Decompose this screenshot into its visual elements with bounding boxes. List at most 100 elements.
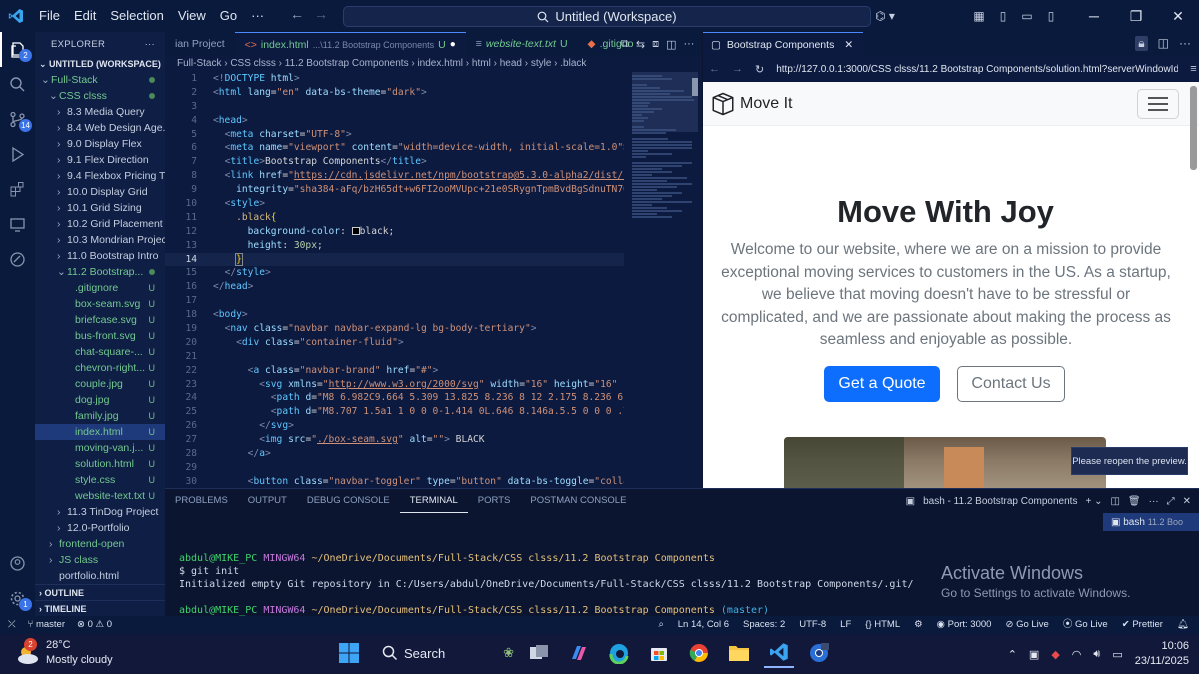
port-status[interactable]: ◉ Port: 3000 xyxy=(937,616,992,634)
restore-icon[interactable]: ❐ xyxy=(1115,8,1157,25)
split-preview-icon[interactable]: ◫ xyxy=(1158,36,1169,51)
weather-widget[interactable]: 2 28°C Mostly cloudy xyxy=(14,638,113,668)
tree-folder[interactable]: › 8.4 Web Design Age... xyxy=(35,120,165,136)
preview-forward-icon[interactable]: → xyxy=(732,63,743,75)
postman-icon[interactable] xyxy=(0,242,35,277)
copilot-app-icon[interactable] xyxy=(564,638,594,668)
taskbar-search[interactable]: Search ❀ xyxy=(374,638,514,668)
lock-icon[interactable]: 🔒︎ xyxy=(1135,36,1148,51)
copilot-icon[interactable]: ⌬ ▾ xyxy=(873,9,897,23)
notifications-bell-icon[interactable]: 🔔︎ xyxy=(1177,616,1189,634)
go-live-status-1[interactable]: ⊘ Go Live xyxy=(1005,616,1048,634)
close-tab-icon[interactable]: ✕ xyxy=(844,33,853,57)
settings-sync-icon[interactable]: ⚙ xyxy=(914,616,923,634)
battery-icon[interactable]: ▭ xyxy=(1112,648,1122,661)
terminal-list-item[interactable]: ▣ bash 11.2 Boo xyxy=(1103,513,1199,531)
menu-edit[interactable]: Edit xyxy=(67,0,103,32)
search-activity-icon[interactable] xyxy=(0,67,35,102)
back-arrow-icon[interactable]: ← xyxy=(290,6,304,22)
close-window-icon[interactable]: ✕ xyxy=(1157,8,1199,25)
accounts-icon[interactable] xyxy=(0,546,35,581)
tray-app-icon[interactable]: ▣ xyxy=(1029,648,1039,661)
new-terminal-icon[interactable]: + ⌄ xyxy=(1085,496,1102,507)
timeline-section[interactable]: › TIMELINE xyxy=(35,600,165,616)
manage-gear-icon[interactable]: 1 xyxy=(0,581,35,616)
tree-folder[interactable]: › 8.3 Media Query xyxy=(35,104,165,120)
eol[interactable]: LF xyxy=(840,616,851,634)
go-live-preview-icon[interactable]: ⧈ xyxy=(652,38,659,51)
windows-start-icon[interactable] xyxy=(334,638,364,668)
command-center-search[interactable]: Untitled (Workspace) xyxy=(343,6,871,27)
preview-url-input[interactable]: http://127.0.0.1:3000/CSS clsss/11.2 Boo… xyxy=(776,64,1178,75)
tab-terminal[interactable]: TERMINAL xyxy=(399,489,468,513)
forward-arrow-icon[interactable]: → xyxy=(314,6,328,22)
explorer-activity-icon[interactable]: 2 xyxy=(0,32,35,67)
extensions-icon[interactable] xyxy=(0,172,35,207)
tree-file[interactable]: solution.html U xyxy=(35,456,165,472)
tree-file[interactable]: bus-front.svg U xyxy=(35,328,165,344)
tab-debug-console[interactable]: DEBUG CONSOLE xyxy=(297,489,400,513)
tab-website-text[interactable]: ≡ website-text.txt U xyxy=(466,32,578,56)
preview-menu-icon[interactable]: ≡ xyxy=(1190,63,1196,75)
preview-tab[interactable]: ▢ Bootstrap Components ✕ xyxy=(703,32,864,57)
show-hidden-icons-icon[interactable]: ⌃ xyxy=(1008,648,1017,661)
tree-folder[interactable]: › JS class xyxy=(35,552,165,568)
minimap[interactable] xyxy=(624,72,702,488)
kill-terminal-icon[interactable]: 🗑︎ xyxy=(1128,496,1141,507)
tray-app-2-icon[interactable]: ◆ xyxy=(1051,648,1059,661)
clock[interactable]: 10:06 23/11/2025 xyxy=(1135,639,1189,669)
microsoft-store-icon[interactable] xyxy=(644,638,674,668)
tree-file[interactable]: couple.jpg U xyxy=(35,376,165,392)
tree-file[interactable]: dog.jpg U xyxy=(35,392,165,408)
panel-more-icon[interactable]: ··· xyxy=(1149,496,1159,507)
problems-status[interactable]: ⊗ 0 ⚠ 0 xyxy=(77,616,112,634)
language-mode[interactable]: {} HTML xyxy=(865,616,900,634)
tree-file[interactable]: briefcase.svg U xyxy=(35,312,165,328)
tab-problems[interactable]: PROBLEMS xyxy=(165,489,238,513)
file-explorer-icon[interactable] xyxy=(724,638,754,668)
toggle-panel-icon[interactable]: ▭ xyxy=(1015,9,1039,23)
site-brand[interactable]: Move It xyxy=(711,92,792,116)
preview-reload-icon[interactable]: ↻ xyxy=(755,63,764,76)
source-control-icon[interactable]: 14 xyxy=(0,102,35,137)
tree-file[interactable]: family.jpg U xyxy=(35,408,165,424)
tree-file[interactable]: chevron-right... U xyxy=(35,360,165,376)
vscode-taskbar-icon[interactable] xyxy=(764,638,794,668)
tab-output[interactable]: OUTPUT xyxy=(238,489,297,513)
get-quote-button[interactable]: Get a Quote xyxy=(824,366,940,402)
prettier-status[interactable]: ✔ Prettier xyxy=(1122,616,1163,634)
workspace-section[interactable]: ⌄ UNTITLED (WORKSPACE) xyxy=(35,56,165,72)
menu-more[interactable]: ··· xyxy=(244,0,271,32)
breadcrumb[interactable]: Full-Stack › CSS clsss › 11.2 Bootstrap … xyxy=(165,56,702,72)
zoom-icon[interactable]: ⌕ xyxy=(658,616,663,634)
unsaved-dot-icon[interactable]: ● xyxy=(450,33,456,57)
tree-file[interactable]: moving-van.j... U xyxy=(35,440,165,456)
outline-section[interactable]: › OUTLINE xyxy=(35,584,165,600)
tree-folder[interactable]: › 10.3 Mondrian Project xyxy=(35,232,165,248)
menu-file[interactable]: File xyxy=(32,0,67,32)
tab-ports[interactable]: PORTS xyxy=(468,489,521,513)
tree-folder[interactable]: ⌄ 11.2 Bootstrap... xyxy=(35,264,165,280)
tree-folder[interactable]: › frontend-open xyxy=(35,536,165,552)
tree-folder[interactable]: › 10.0 Display Grid xyxy=(35,184,165,200)
navbar-toggler-button[interactable] xyxy=(1137,89,1179,119)
tree-folder[interactable]: › 9.1 Flex Direction xyxy=(35,152,165,168)
preview-scrollbar[interactable] xyxy=(1190,86,1197,170)
tree-folder[interactable]: ⌄ Full-Stack xyxy=(35,72,165,88)
encoding[interactable]: UTF-8 xyxy=(799,616,826,634)
toggle-secondary-sidebar-icon[interactable]: ▯ xyxy=(1039,9,1063,23)
tab-index-html[interactable]: <> index.html ...\11.2 Bootstrap Compone… xyxy=(234,32,466,57)
tree-file[interactable]: style.css U xyxy=(35,472,165,488)
branch-status[interactable]: ⑂ master xyxy=(28,616,65,634)
tab-mondrian-project[interactable]: ian Project xyxy=(165,32,235,56)
volume-icon[interactable]: 🔊︎ xyxy=(1093,648,1100,661)
preview-back-icon[interactable]: ← xyxy=(709,63,720,75)
compare-icon[interactable]: ⇆ xyxy=(636,38,645,51)
run-debug-icon[interactable] xyxy=(0,137,35,172)
split-terminal-icon[interactable]: ◫ xyxy=(1110,496,1119,507)
remote-explorer-icon[interactable] xyxy=(0,207,35,242)
tree-file[interactable]: index.html U xyxy=(35,424,165,440)
tree-file[interactable]: portfolio.html xyxy=(35,568,165,584)
tree-folder[interactable]: › 12.0-Portfolio xyxy=(35,520,165,536)
menu-view[interactable]: View xyxy=(171,0,213,32)
